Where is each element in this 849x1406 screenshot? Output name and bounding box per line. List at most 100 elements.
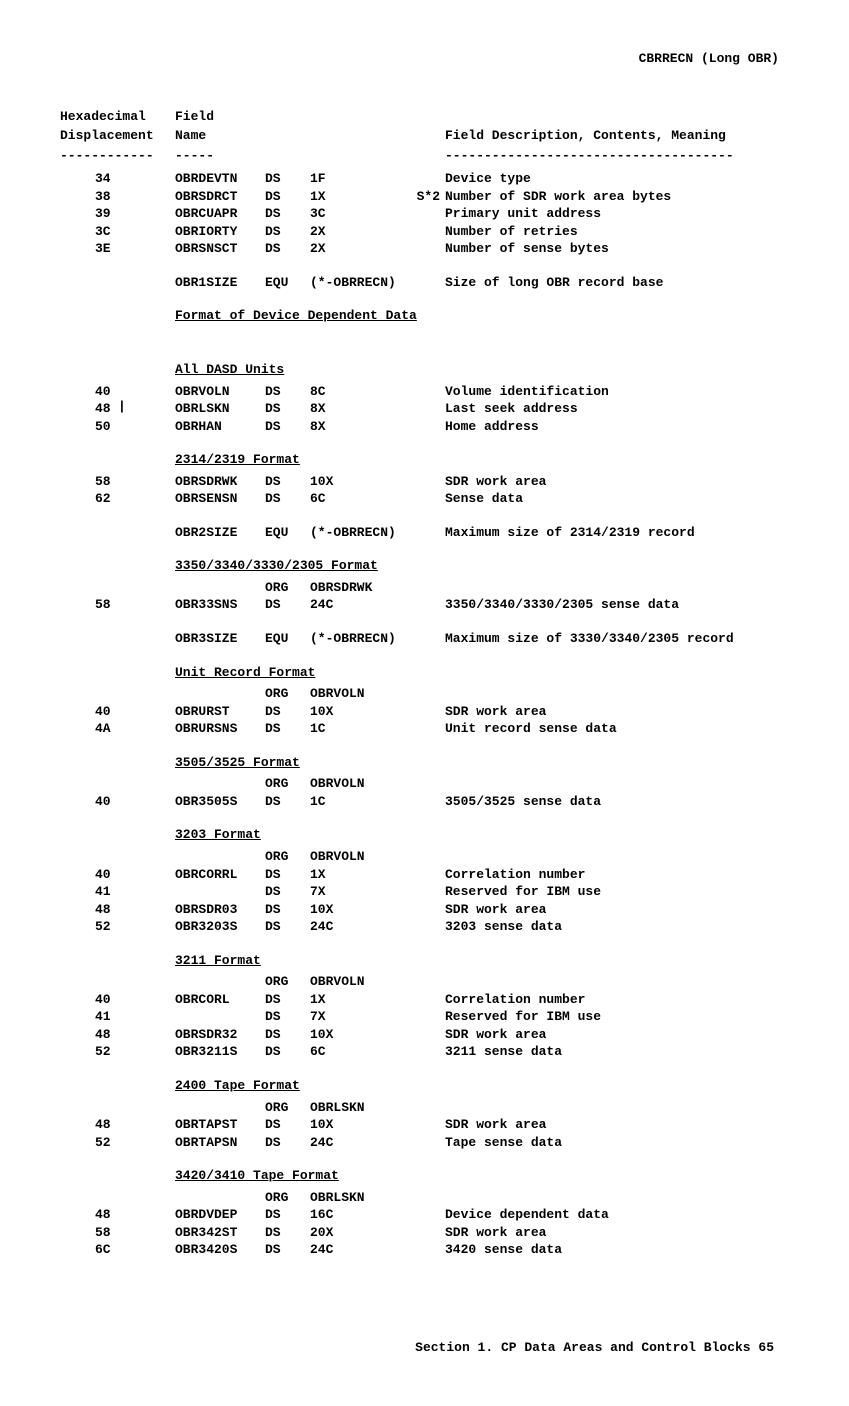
disp-cell xyxy=(60,1099,175,1117)
note-cell xyxy=(405,1008,445,1026)
arg-cell: OBRVOLN xyxy=(310,848,405,866)
name-cell: OBR3SIZE xyxy=(175,630,265,648)
name-cell: OBRLSKN xyxy=(175,400,265,418)
desc-cell: Sense data xyxy=(445,490,789,508)
name-cell: OBR3211S xyxy=(175,1043,265,1061)
desc-cell: 3505/3525 sense data xyxy=(445,793,789,811)
col-disp-1: Hexadecimal xyxy=(60,108,175,126)
op-cell: EQU xyxy=(265,524,310,542)
op-cell: DS xyxy=(265,1241,310,1259)
arg-cell: 16C xyxy=(310,1206,405,1224)
note-cell xyxy=(405,848,445,866)
col-disp-2: Displacement xyxy=(60,127,175,145)
name-cell: OBRHAN xyxy=(175,418,265,436)
desc-cell: Volume identification xyxy=(445,383,789,401)
arg-cell: OBRLSKN xyxy=(310,1189,405,1207)
note-cell xyxy=(405,991,445,1009)
arg-cell: 1C xyxy=(310,793,405,811)
table-row: 48OBRTAPSTDS10XSDR work area xyxy=(60,1116,789,1134)
desc-cell: Device dependent data xyxy=(445,1206,789,1224)
name-cell xyxy=(175,848,265,866)
table-row: 39OBRCUAPRDS3CPrimary unit address xyxy=(60,205,789,223)
desc-cell: SDR work area xyxy=(445,901,789,919)
arg-cell: 1X xyxy=(310,991,405,1009)
desc-cell xyxy=(445,685,789,703)
name-cell xyxy=(175,973,265,991)
note-cell: S*2 xyxy=(405,188,445,206)
page-header: CBRRECN (Long OBR) xyxy=(60,50,789,68)
op-cell: ORG xyxy=(265,1189,310,1207)
note-cell xyxy=(405,901,445,919)
arg-cell: 2X xyxy=(310,223,405,241)
note-cell xyxy=(405,1134,445,1152)
disp-cell: 4A xyxy=(60,720,175,738)
disp-cell: 58 xyxy=(60,596,175,614)
desc-cell: 3350/3340/3330/2305 sense data xyxy=(445,596,789,614)
desc-cell: Unit record sense data xyxy=(445,720,789,738)
name-cell: OBR2SIZE xyxy=(175,524,265,542)
arg-cell: 1C xyxy=(310,720,405,738)
section-3203: 3203 Format xyxy=(175,826,789,844)
disp-cell xyxy=(60,775,175,793)
desc-cell: Number of retries xyxy=(445,223,789,241)
name-cell: OBRCORRL xyxy=(175,866,265,884)
dash-name: ----- xyxy=(175,147,265,165)
op-cell: DS xyxy=(265,720,310,738)
op-cell: ORG xyxy=(265,579,310,597)
note-cell xyxy=(405,720,445,738)
disp-cell xyxy=(60,848,175,866)
note-cell xyxy=(405,883,445,901)
table-row: 52OBR3203SDS24C3203 sense data xyxy=(60,918,789,936)
note-cell xyxy=(405,630,445,648)
arg-cell: 24C xyxy=(310,596,405,614)
arg-cell: OBRVOLN xyxy=(310,973,405,991)
op-cell: DS xyxy=(265,205,310,223)
section-3350: 3350/3340/3330/2305 Format xyxy=(175,557,789,575)
note-cell xyxy=(405,579,445,597)
desc-cell: 3420 sense data xyxy=(445,1241,789,1259)
page-footer: Section 1. CP Data Areas and Control Blo… xyxy=(60,1339,789,1357)
name-cell: OBR3203S xyxy=(175,918,265,936)
name-cell: OBR1SIZE xyxy=(175,274,265,292)
arg-cell: 24C xyxy=(310,1134,405,1152)
col-name-1: Field xyxy=(175,108,265,126)
name-cell: OBRSNSCT xyxy=(175,240,265,258)
arg-cell: (*-OBRRECN) xyxy=(310,274,405,292)
arg-cell: 8X xyxy=(310,418,405,436)
desc-cell: 3203 sense data xyxy=(445,918,789,936)
disp-cell xyxy=(60,1189,175,1207)
arg-cell: OBRSDRWK xyxy=(310,579,405,597)
spacer xyxy=(60,329,789,345)
disp-cell: 58 xyxy=(60,473,175,491)
arg-cell: (*-OBRRECN) xyxy=(310,524,405,542)
table-row: OBR2SIZEEQU(*-OBRRECN)Maximum size of 23… xyxy=(60,524,789,542)
desc-cell xyxy=(445,848,789,866)
disp-cell: 40 xyxy=(60,703,175,721)
note-cell xyxy=(405,1116,445,1134)
name-cell xyxy=(175,579,265,597)
disp-cell: 39 xyxy=(60,205,175,223)
disp-cell: 52 xyxy=(60,1134,175,1152)
op-cell: DS xyxy=(265,901,310,919)
note-cell xyxy=(405,793,445,811)
note-cell xyxy=(405,866,445,884)
note-cell xyxy=(405,240,445,258)
note-cell xyxy=(405,703,445,721)
disp-cell: 41 xyxy=(60,1008,175,1026)
name-cell: OBRDEVTN xyxy=(175,170,265,188)
note-cell xyxy=(405,274,445,292)
op-cell: EQU xyxy=(265,630,310,648)
col-name-2: Name xyxy=(175,127,265,145)
table-row: 40OBRURSTDS10XSDR work area xyxy=(60,703,789,721)
table-row: ORGOBRVOLN xyxy=(60,775,789,793)
name-cell: OBRSDR03 xyxy=(175,901,265,919)
table-row: 4AOBRURSNSDS1CUnit record sense data xyxy=(60,720,789,738)
note-cell xyxy=(405,490,445,508)
op-cell: ORG xyxy=(265,973,310,991)
name-cell: OBRIORTY xyxy=(175,223,265,241)
arg-cell: 7X xyxy=(310,883,405,901)
desc-cell xyxy=(445,973,789,991)
name-cell: OBRCORL xyxy=(175,991,265,1009)
arg-cell: 1X xyxy=(310,866,405,884)
col-desc: Field Description, Contents, Meaning xyxy=(445,127,789,145)
